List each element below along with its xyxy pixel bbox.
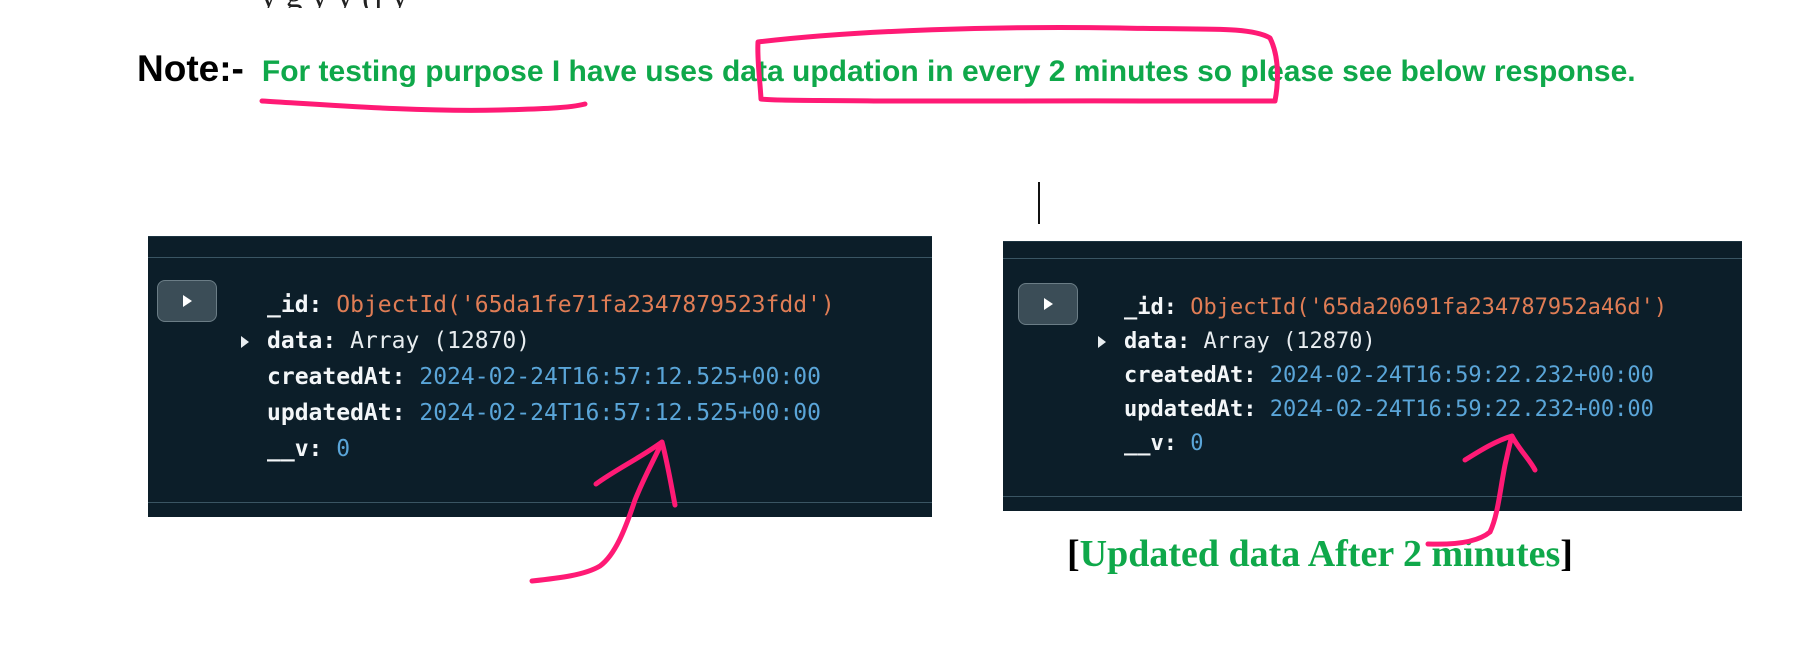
underline-annotation [259,98,588,113]
arrow-annotation-right [1425,433,1538,547]
arrow-annotation-left [529,439,678,584]
box-annotation [755,25,1280,104]
handwritten-annotations [259,25,1538,584]
